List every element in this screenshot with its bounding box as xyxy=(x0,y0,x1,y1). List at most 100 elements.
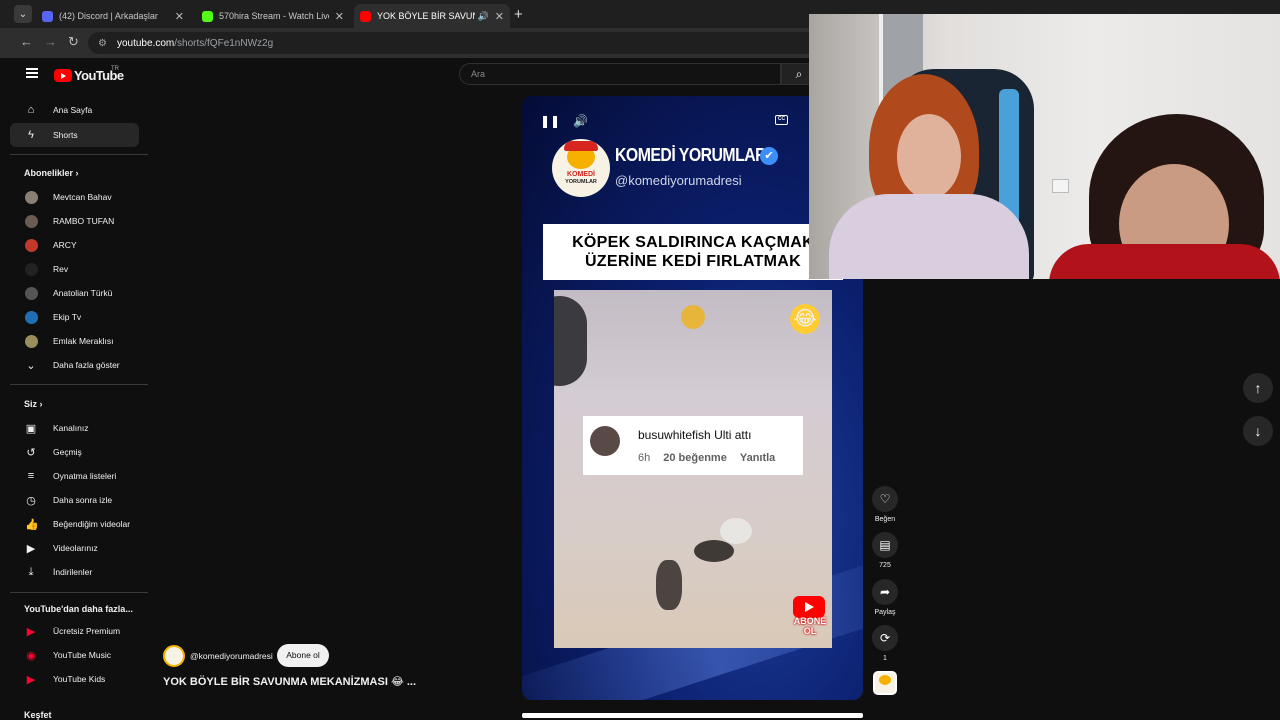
remix-icon: ⟳ xyxy=(872,625,898,651)
video-progress-bar[interactable] xyxy=(522,713,863,718)
comment-overlay: busuwhitefish Ulti attı 6h 20 beğenme Yanı… xyxy=(583,416,803,475)
channel-avatar xyxy=(25,214,38,228)
comment-reply: Yanıtla xyxy=(739,452,776,464)
shorts-icon: ϟ xyxy=(28,129,34,141)
youtube-logo[interactable]: YouTube TR xyxy=(54,66,124,83)
subscription-item[interactable]: Mevtcan Bahav xyxy=(10,185,139,209)
explore-heading: Keşfet xyxy=(24,710,52,720)
search-input[interactable]: Ara xyxy=(459,63,781,85)
videos-icon: ▶ xyxy=(26,542,36,555)
like-icon: 👍 xyxy=(25,518,39,531)
tab-search-button[interactable]: ⌄ xyxy=(14,5,32,23)
watermark-logo xyxy=(681,305,705,329)
subscription-item[interactable]: RAMBO TUFAN xyxy=(10,209,139,233)
close-icon[interactable]: ✕ xyxy=(175,10,184,23)
speaker-icon[interactable]: 🔊 xyxy=(478,11,489,22)
video-title[interactable]: YOK BÖYLE BİR SAVUNMA MEKANİZMASI 😂 ... xyxy=(163,675,416,688)
sidebar-item-channel[interactable]: ▣ Kanalınız xyxy=(10,416,139,440)
close-icon[interactable]: ✕ xyxy=(335,10,344,23)
like-button[interactable]: ♡ Beğen xyxy=(870,486,900,523)
back-icon[interactable]: ← xyxy=(20,34,33,49)
sidebar-item-your-videos[interactable]: ▶ Videolarınız xyxy=(10,536,139,560)
youtube-music-icon: ◉ xyxy=(26,649,36,662)
subscription-item[interactable]: Ekip Tv xyxy=(10,305,139,329)
remix-button[interactable]: ⟳ 1 xyxy=(870,625,900,662)
heart-icon: ♡ xyxy=(872,486,898,512)
tab-youtube[interactable]: YOK BÖYLE BİR SAVUNMA 🔊 ✕ xyxy=(354,4,510,28)
divider xyxy=(10,384,148,385)
channel-avatar xyxy=(25,310,38,324)
kick-icon xyxy=(202,10,213,22)
sidebar-item-playlists[interactable]: ≡ Oynatma listeleri xyxy=(10,464,139,488)
new-tab-button[interactable]: + xyxy=(514,6,523,23)
subscription-item[interactable]: Anatolian Türkü xyxy=(10,281,139,305)
subscription-item[interactable]: Rev xyxy=(10,257,139,281)
home-icon: ⌂ xyxy=(27,104,35,116)
sidebar-item-music[interactable]: ◉ YouTube Music xyxy=(10,643,139,667)
history-icon: ↺ xyxy=(26,446,36,459)
comments-button[interactable]: ▤ 725 xyxy=(870,532,900,569)
channel-icon: ▣ xyxy=(25,422,37,435)
person-left-body xyxy=(829,194,1029,279)
close-icon[interactable]: ✕ xyxy=(495,10,504,23)
forward-icon[interactable]: → xyxy=(44,34,57,49)
person-right-body xyxy=(1049,244,1280,279)
previous-short-button[interactable]: ↑ xyxy=(1243,373,1273,403)
car-shape xyxy=(554,296,587,386)
channel-logo: KOMEDİ YORUMLAR xyxy=(552,139,610,197)
subscribe-button[interactable]: Abone ol xyxy=(277,644,329,667)
reload-icon[interactable]: ↻ xyxy=(68,34,79,50)
next-short-button[interactable]: ↓ xyxy=(1243,416,1273,446)
comment-text: Ulti attı xyxy=(714,428,752,442)
subscriptions-heading[interactable]: Abonelikler › xyxy=(24,168,79,178)
share-button[interactable]: ➦ Paylaş xyxy=(870,579,900,616)
sidebar-item-shorts[interactable]: ϟ Shorts xyxy=(10,123,139,147)
laughing-emoji-icon: 😂 xyxy=(790,304,820,334)
channel-avatar xyxy=(25,262,38,276)
pause-icon[interactable]: ❚❚ xyxy=(540,114,560,128)
channel-avatar xyxy=(25,286,38,300)
playlist-icon: ≡ xyxy=(27,470,35,482)
light-switch xyxy=(1052,179,1069,193)
comment-icon: ▤ xyxy=(872,532,898,558)
sidebar-item-home[interactable]: ⌂ Ana Sayfa xyxy=(10,98,139,122)
comment-user: busuwhitefish xyxy=(638,428,711,442)
sidebar-item-history[interactable]: ↺ Geçmiş xyxy=(10,440,139,464)
tab-kick[interactable]: 570hira Stream - Watch Live on Kick ✕ xyxy=(196,4,350,28)
dog-body-shape xyxy=(694,540,734,562)
sidebar-item-liked[interactable]: 👍 Beğendiğim videolar xyxy=(10,512,139,536)
sidebar-item-kids[interactable]: ▶ YouTube Kids xyxy=(10,667,139,691)
subscription-item[interactable]: Emlak Meraklısı xyxy=(10,329,139,353)
subscription-item[interactable]: ARCY xyxy=(10,233,139,257)
divider xyxy=(10,592,148,593)
captions-icon[interactable]: CC xyxy=(775,115,788,125)
dog-shape xyxy=(720,518,752,544)
you-heading[interactable]: Siz › xyxy=(24,399,43,409)
sidebar-item-downloads[interactable]: ⤓ İndirilenler xyxy=(10,560,139,584)
discord-icon xyxy=(42,10,53,22)
channel-handle[interactable]: @komediyorumadresi xyxy=(190,651,273,661)
site-info-icon[interactable]: ⚙ xyxy=(98,38,107,49)
webcam-overlay xyxy=(809,14,1280,279)
more-from-youtube-heading: YouTube'dan daha fazla... xyxy=(24,604,133,614)
menu-icon[interactable] xyxy=(26,68,38,78)
tab-discord[interactable]: (42) Discord | Arkadaşlar ✕ xyxy=(36,4,190,28)
youtube-icon xyxy=(360,10,371,22)
channel-avatar xyxy=(25,238,38,252)
youtube-play-icon xyxy=(54,69,72,82)
show-more-button[interactable]: ⌄ Daha fazla göster xyxy=(10,353,139,377)
volume-icon[interactable]: 🔊 xyxy=(573,114,588,128)
share-icon: ➦ xyxy=(872,579,898,605)
channel-avatar[interactable] xyxy=(163,645,185,667)
sound-channel-thumbnail[interactable] xyxy=(873,671,897,695)
video-clip: 😂 busuwhitefish Ulti attı 6h 20 beğenme Ya… xyxy=(554,290,832,648)
download-icon: ⤓ xyxy=(28,565,34,578)
subscribe-sticker: ABONE OL xyxy=(790,596,828,638)
channel-handle-overlay: @komediyorumadresi xyxy=(615,173,742,188)
sidebar-item-watch-later[interactable]: ◷ Daha sonra izle xyxy=(10,488,139,512)
sidebar-item-premium[interactable]: ▶ Ücretsiz Premium xyxy=(10,619,139,643)
video-caption: KÖPEK SALDIRINCA KAÇMAK ÜZERİNE KEDİ FIR… xyxy=(543,224,843,280)
url-field[interactable]: ⚙ youtube.com/shorts/fQFe1nNWz2g xyxy=(88,32,818,54)
channel-avatar xyxy=(25,334,38,348)
person-left-face xyxy=(897,114,961,199)
